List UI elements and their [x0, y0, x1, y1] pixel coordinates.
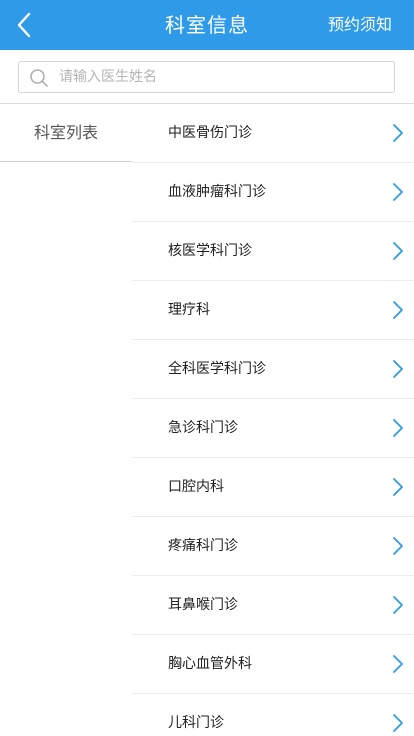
search-box[interactable]: [18, 61, 395, 93]
department-name: 胸心血管外科: [168, 656, 252, 672]
sidebar-item-department-list[interactable]: 科室列表: [0, 104, 132, 162]
search-bar: [0, 50, 414, 104]
department-name: 口腔内科: [168, 479, 224, 495]
chevron-right-icon: [393, 301, 403, 319]
department-list-item[interactable]: 口腔内科: [132, 458, 414, 517]
department-name: 全科医学科门诊: [168, 361, 266, 377]
sidebar-item-label: 科室列表: [33, 123, 98, 142]
department-list: 中医骨伤门诊 血液肿瘤科门诊 核医学科门诊 理疗科全科医学科门诊 急诊科门诊口腔内科疼痛…: [132, 104, 414, 736]
department-name: 疼痛科门诊: [168, 538, 238, 554]
department-name: 耳鼻喉门诊: [168, 597, 238, 613]
chevron-right-icon: [393, 419, 403, 437]
chevron-right-icon: [393, 537, 403, 555]
chevron-right-icon: [393, 714, 403, 732]
department-name: 核医学科门诊: [168, 243, 252, 259]
chevron-right-icon: [393, 655, 403, 673]
department-list-item[interactable]: 疼痛科门诊: [132, 517, 414, 576]
back-arrow-icon: [17, 12, 31, 38]
department-name: 血液肿瘤科门诊: [168, 184, 266, 200]
chevron-right-icon: [393, 478, 403, 496]
department-list-item[interactable]: 胸心血管外科: [132, 635, 414, 694]
chevron-right-icon: [393, 360, 403, 378]
page: 科室信息 预约须知 科室列表 中医骨伤门诊血液肿瘤科门诊核医学科门诊理疗科全科医…: [0, 0, 414, 736]
back-button[interactable]: [6, 7, 42, 43]
department-list-item[interactable]: 全科医学科门诊: [132, 340, 414, 399]
chevron-right-icon: [393, 124, 403, 142]
department-list-item[interactable]: 血液肿瘤科门诊: [132, 163, 414, 222]
chevron-right-icon: [393, 183, 403, 201]
search-icon: [30, 69, 48, 87]
department-list-item[interactable]: 中医骨伤门诊: [132, 104, 414, 163]
department-list-item[interactable]: 耳鼻喉门诊: [132, 576, 414, 635]
department-name: 急诊科门诊: [168, 420, 238, 436]
booking-notice-link[interactable]: 预约须知: [328, 0, 392, 50]
doctor-search-input[interactable]: [59, 62, 379, 92]
department-list-item[interactable]: 核医学科门诊: [132, 222, 414, 281]
category-sidebar: 科室列表: [0, 104, 132, 736]
department-list-item[interactable]: 儿科门诊: [132, 694, 414, 736]
department-list-item[interactable]: 急诊科门诊: [132, 399, 414, 458]
chevron-right-icon: [393, 596, 403, 614]
department-name: 理疗科: [168, 302, 210, 318]
department-name: 儿科门诊: [168, 715, 224, 731]
header-bar: 科室信息 预约须知: [0, 0, 414, 50]
department-name: 中医骨伤门诊: [168, 125, 252, 141]
chevron-right-icon: [393, 242, 403, 260]
department-list-item[interactable]: 理疗科: [132, 281, 414, 340]
